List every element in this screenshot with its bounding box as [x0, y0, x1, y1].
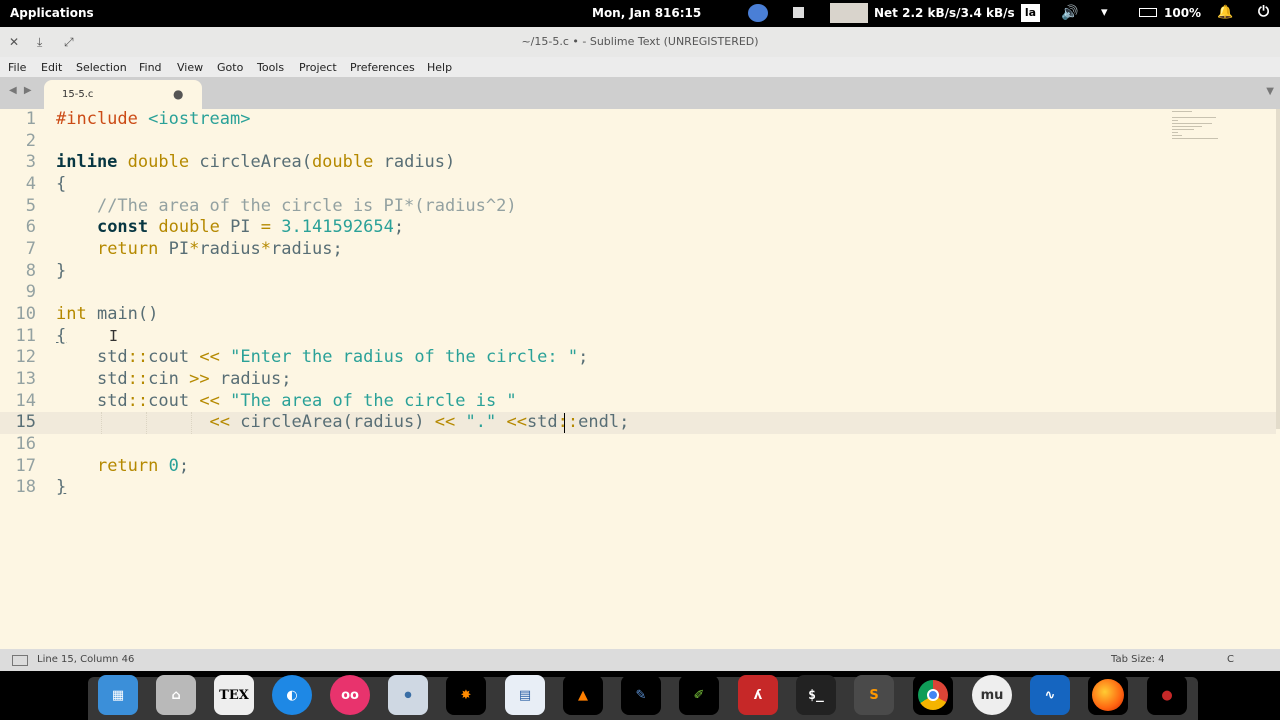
line-number: 1: [25, 109, 36, 129]
system-monitor-icon[interactable]: ∿: [1030, 675, 1070, 715]
document-viewer-icon[interactable]: ▤: [505, 675, 545, 715]
texmaker-icon[interactable]: TEX: [214, 675, 254, 715]
red-app-icon[interactable]: ●: [1147, 675, 1187, 715]
code-line-3: inline double circleArea(double radius): [56, 152, 456, 172]
tab-size[interactable]: Tab Size: 4: [1111, 654, 1165, 665]
cursor-position: Line 15, Column 46: [37, 654, 135, 665]
code-line-7: return PI*radius*radius;: [96, 239, 343, 259]
time-label[interactable]: 16:15: [663, 6, 701, 20]
line-number: 18: [15, 477, 36, 497]
firefox-icon[interactable]: [1088, 675, 1128, 715]
flickr-icon[interactable]: oo: [330, 675, 370, 715]
line-number: 2: [25, 131, 36, 151]
files-icon[interactable]: ⌂: [156, 675, 196, 715]
line-number: 5: [25, 196, 36, 216]
ibeam-cursor-icon: I: [109, 327, 119, 345]
code-line-5: //The area of the circle is PI*(radius^2…: [96, 196, 517, 216]
tab-dropdown-icon[interactable]: ▼: [1266, 86, 1274, 97]
text-caret: [564, 413, 565, 433]
code-line-1: #include <iostream>: [56, 109, 251, 129]
tab-15-5-c[interactable]: 15-5.c ●: [44, 80, 202, 109]
line-number: 3: [25, 152, 36, 172]
line-number: 17: [15, 456, 36, 476]
battery-icon[interactable]: [1139, 8, 1157, 17]
terminal-icon[interactable]: $_: [796, 675, 836, 715]
window-switcher-icon[interactable]: ▦: [98, 675, 138, 715]
line-number: 16: [15, 434, 36, 454]
battery-percent: 100%: [1164, 6, 1202, 20]
window-title: ~/15-5.c • - Sublime Text (UNREGISTERED): [521, 35, 759, 48]
synapse-icon[interactable]: ◐: [272, 675, 312, 715]
menu-edit[interactable]: Edit: [41, 61, 62, 74]
code-line-10: int main(): [56, 304, 159, 324]
line-number: 12: [15, 347, 36, 367]
system-top-bar: Applications Mon, Jan 8 16:15 Net 2.2 kB…: [0, 0, 1280, 27]
window-titlebar: ✕ ⤓ ⤢ ~/15-5.c • - Sublime Text (UNREGIS…: [0, 27, 1280, 58]
wifi-icon[interactable]: ▾: [1101, 5, 1108, 20]
vlc-icon[interactable]: ▲: [563, 675, 603, 715]
vertical-scrollbar[interactable]: [1276, 109, 1280, 429]
line-number: 7: [25, 239, 36, 259]
syntax-mode[interactable]: C: [1227, 654, 1234, 665]
menu-bar: File Edit Selection Find View Goto Tools…: [0, 57, 1280, 77]
tab-label: 15-5.c: [62, 89, 94, 100]
line-number: 6: [25, 217, 36, 237]
window-tray-icon[interactable]: [793, 7, 804, 18]
status-bar: Line 15, Column 46 Tab Size: 4 C: [0, 649, 1280, 671]
code-line-13: std::cin >> radius;: [96, 369, 292, 389]
menu-view[interactable]: View: [177, 61, 203, 74]
thumbnail-tray-icon[interactable]: [830, 3, 868, 23]
menu-project[interactable]: Project: [299, 61, 337, 74]
keyboard-layout-indicator[interactable]: la: [1021, 4, 1040, 22]
code-line-8: }: [56, 261, 67, 281]
line-number: 10: [15, 304, 36, 324]
text-editor-icon[interactable]: ✐: [679, 675, 719, 715]
minimap[interactable]: [1172, 109, 1232, 145]
burst-icon[interactable]: ✸: [446, 675, 486, 715]
code-editor[interactable]: 1 2 3 4 5 6 7 8 9 10 11 12 13 14 15 16 1…: [0, 109, 1280, 649]
notification-bell-icon[interactable]: 🔔: [1217, 5, 1233, 20]
unsaved-dot-icon[interactable]: ●: [173, 87, 183, 101]
code-line-15: << circleArea(radius) << "." <<std::endl…: [209, 412, 630, 432]
tab-nav-arrows[interactable]: ◀ ▶: [9, 85, 34, 96]
menu-help[interactable]: Help: [427, 61, 452, 74]
date-label[interactable]: Mon, Jan 8: [592, 6, 663, 20]
code-line-12: std::cout << "Enter the radius of the ci…: [96, 347, 589, 367]
line-number: 13: [15, 369, 36, 389]
power-icon[interactable]: ⏻: [1258, 4, 1269, 20]
code-line-4: {: [56, 174, 67, 194]
line-number: 8: [25, 261, 36, 281]
chrome-icon[interactable]: [913, 675, 953, 715]
panel-toggle-icon[interactable]: [12, 655, 28, 666]
line-number: 9: [25, 282, 36, 302]
code-line-18: }: [56, 477, 67, 497]
musescore-icon[interactable]: mu: [972, 675, 1012, 715]
line-number: 11: [15, 326, 36, 346]
line-number-current: 15: [15, 412, 36, 432]
pencil-app-icon[interactable]: ✎: [621, 675, 661, 715]
menu-tools[interactable]: Tools: [257, 61, 284, 74]
menu-find[interactable]: Find: [139, 61, 162, 74]
line-number: 14: [15, 391, 36, 411]
line-number: 4: [25, 174, 36, 194]
applications-menu[interactable]: Applications: [10, 6, 94, 20]
menu-preferences[interactable]: Preferences: [350, 61, 415, 74]
settings-toggle-icon[interactable]: ⏺: [388, 675, 428, 715]
tab-bar: ◀ ▶ 15-5.c ● ▼: [0, 77, 1280, 109]
code-line-11: {: [56, 326, 67, 346]
network-speed: Net 2.2 kB/s/3.4 kB/s: [874, 6, 1015, 20]
chrome-tray-icon[interactable]: [748, 4, 768, 22]
dock: ▦ ⌂ TEX ◐ oo ⏺ ✸ ▤ ▲ ✎ ✐ ʎ $_ S mu ∿ ●: [0, 671, 1280, 720]
code-line-6: const double PI = 3.141592654;: [96, 217, 405, 237]
code-line-17: return 0;: [96, 456, 190, 476]
menu-selection[interactable]: Selection: [76, 61, 127, 74]
menu-goto[interactable]: Goto: [217, 61, 243, 74]
sublime-text-icon[interactable]: S: [854, 675, 894, 715]
pdf-viewer-icon[interactable]: ʎ: [738, 675, 778, 715]
volume-icon[interactable]: 🔊: [1061, 5, 1078, 21]
code-line-14: std::cout << "The area of the circle is …: [96, 391, 517, 411]
menu-file[interactable]: File: [8, 61, 26, 74]
